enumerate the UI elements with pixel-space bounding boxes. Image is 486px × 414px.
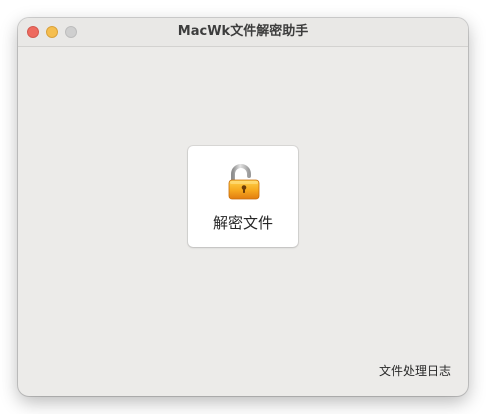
- app-window: MacWk文件解密助手 解密文件 文件处理日志: [18, 18, 468, 396]
- window-title: MacWk文件解密助手: [177, 24, 309, 39]
- decrypt-file-label: 解密文件: [212, 214, 273, 232]
- decrypt-file-button[interactable]: 解密文件: [188, 146, 298, 247]
- title-bar: MacWk文件解密助手: [18, 18, 468, 47]
- file-processing-log-link[interactable]: 文件处理日志: [379, 362, 451, 379]
- unlocked-padlock-icon: [228, 164, 260, 200]
